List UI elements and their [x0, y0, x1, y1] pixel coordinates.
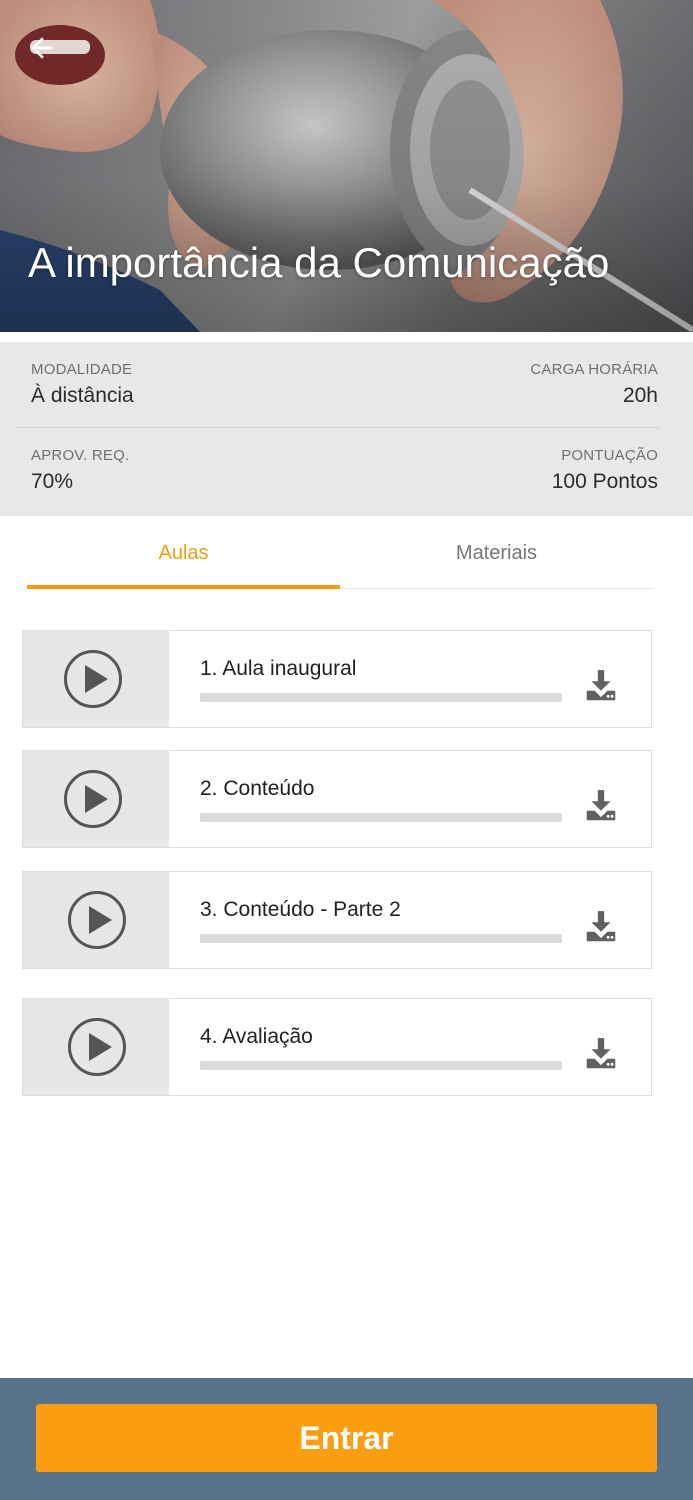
lesson-item[interactable]: 1. Aula inaugural — [22, 630, 652, 728]
lesson-progress-bar — [200, 813, 562, 822]
info-row: APROV. REQ. 70% PONTUAÇÃO 100 Pontos — [16, 428, 660, 514]
info-row: MODALIDADE À distância CARGA HORÁRIA 20h — [16, 342, 660, 428]
lesson-title: 2. Conteúdo — [200, 777, 315, 800]
lesson-thumbnail — [23, 751, 169, 847]
lesson-item[interactable]: 2. Conteúdo — [22, 750, 652, 848]
lesson-progress-bar — [200, 934, 562, 943]
tab-materiais[interactable]: Materiais — [340, 516, 653, 588]
download-icon[interactable] — [582, 908, 620, 946]
info-label: MODALIDADE — [31, 361, 133, 378]
info-label: PONTUAÇÃO — [561, 447, 658, 464]
lesson-item[interactable]: 3. Conteúdo - Parte 2 — [22, 871, 652, 969]
course-detail-screen: A importância da Comunicação MODALIDADE … — [0, 0, 693, 1500]
lesson-progress-bar — [200, 1061, 562, 1070]
back-button[interactable] — [22, 28, 62, 68]
info-label: APROV. REQ. — [31, 447, 130, 464]
play-circle-icon[interactable] — [67, 890, 127, 950]
lesson-thumbnail — [23, 872, 169, 968]
play-circle-icon[interactable] — [63, 649, 123, 709]
info-modality: MODALIDADE À distância — [31, 360, 134, 410]
enter-button[interactable]: Entrar — [36, 1404, 657, 1472]
info-score: PONTUAÇÃO 100 Pontos — [552, 446, 658, 496]
lesson-title: 4. Avaliação — [200, 1025, 313, 1048]
info-value: 100 Pontos — [551, 470, 658, 493]
tab-bar: Aulas Materiais — [27, 516, 653, 589]
info-approval-required: APROV. REQ. 70% — [31, 446, 129, 496]
download-icon[interactable] — [582, 1035, 620, 1073]
page-title: A importância da Comunicação — [28, 239, 610, 286]
lesson-thumbnail — [23, 631, 169, 727]
active-tab-indicator — [27, 585, 340, 589]
play-circle-icon[interactable] — [67, 1017, 127, 1077]
info-value: 70% — [31, 470, 74, 493]
course-info-panel: MODALIDADE À distância CARGA HORÁRIA 20h… — [0, 342, 693, 516]
bottom-bar: Entrar — [0, 1378, 693, 1500]
info-value: À distância — [31, 384, 134, 407]
lesson-thumbnail — [23, 999, 169, 1095]
lesson-title: 1. Aula inaugural — [200, 657, 357, 680]
lesson-title: 3. Conteúdo - Parte 2 — [200, 898, 401, 921]
play-circle-icon[interactable] — [63, 769, 123, 829]
divider — [0, 332, 693, 342]
info-workload: CARGA HORÁRIA 20h — [530, 360, 658, 410]
info-label: CARGA HORÁRIA — [530, 361, 658, 378]
tab-aulas[interactable]: Aulas — [27, 516, 340, 588]
info-value: 20h — [622, 384, 658, 407]
lesson-progress-bar — [200, 693, 562, 702]
lesson-item[interactable]: 4. Avaliação — [22, 998, 652, 1096]
arrow-left-icon — [31, 37, 53, 59]
download-icon[interactable] — [582, 787, 620, 825]
course-cover: A importância da Comunicação — [0, 0, 693, 332]
download-icon[interactable] — [582, 667, 620, 705]
